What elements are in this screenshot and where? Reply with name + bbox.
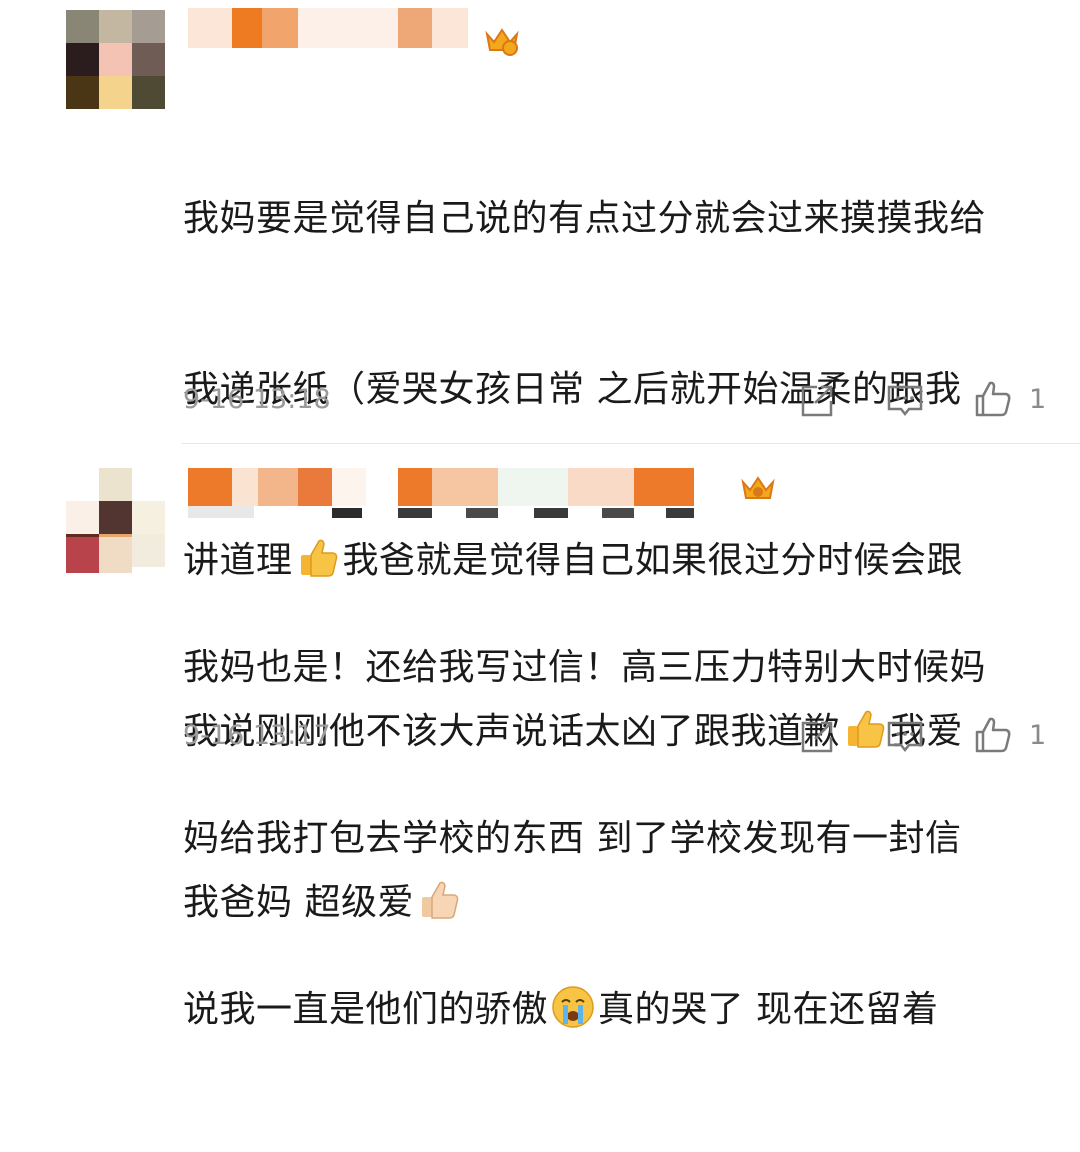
like-count: 1: [1029, 720, 1047, 751]
text-segment: 真的哭了 现在还留着: [598, 989, 939, 1030]
comment-line: 妈给我打包去学校的东西 到了学校发现有一封信: [183, 818, 962, 859]
comment-line: 说我一直是他们的骄傲 真的哭了 现在还留着: [183, 981, 1063, 1038]
repost-icon[interactable]: [797, 381, 837, 421]
comment-icon[interactable]: [885, 717, 925, 757]
comment-line: 我妈也是！还给我写过信！高三压力特别大时候妈: [183, 647, 987, 688]
timestamp: 9-16 13:18: [183, 384, 331, 415]
text-segment: 说我一直是他们的骄傲: [183, 989, 549, 1030]
comment-icon[interactable]: [885, 381, 925, 421]
comment-text: 我妈也是！还给我写过信！高三压力特别大时候妈 妈给我打包去学校的东西 到了学校发…: [183, 525, 1063, 1152]
like-icon[interactable]: [973, 379, 1013, 419]
comment-item-2: 我妈也是！还给我写过信！高三压力特别大时候妈 妈给我打包去学校的东西 到了学校发…: [0, 0, 1080, 1030]
like-icon[interactable]: [973, 715, 1013, 755]
divider: [182, 443, 1080, 444]
crying-face-emoji-icon: [550, 984, 596, 1030]
repost-icon[interactable]: [797, 717, 837, 757]
username-pixelated[interactable]: [188, 468, 788, 518]
avatar-fragment: [99, 537, 132, 573]
timestamp: 9-16 13:17: [183, 720, 331, 751]
like-count: 1: [1029, 384, 1047, 415]
vip-crown-icon: [740, 474, 776, 504]
